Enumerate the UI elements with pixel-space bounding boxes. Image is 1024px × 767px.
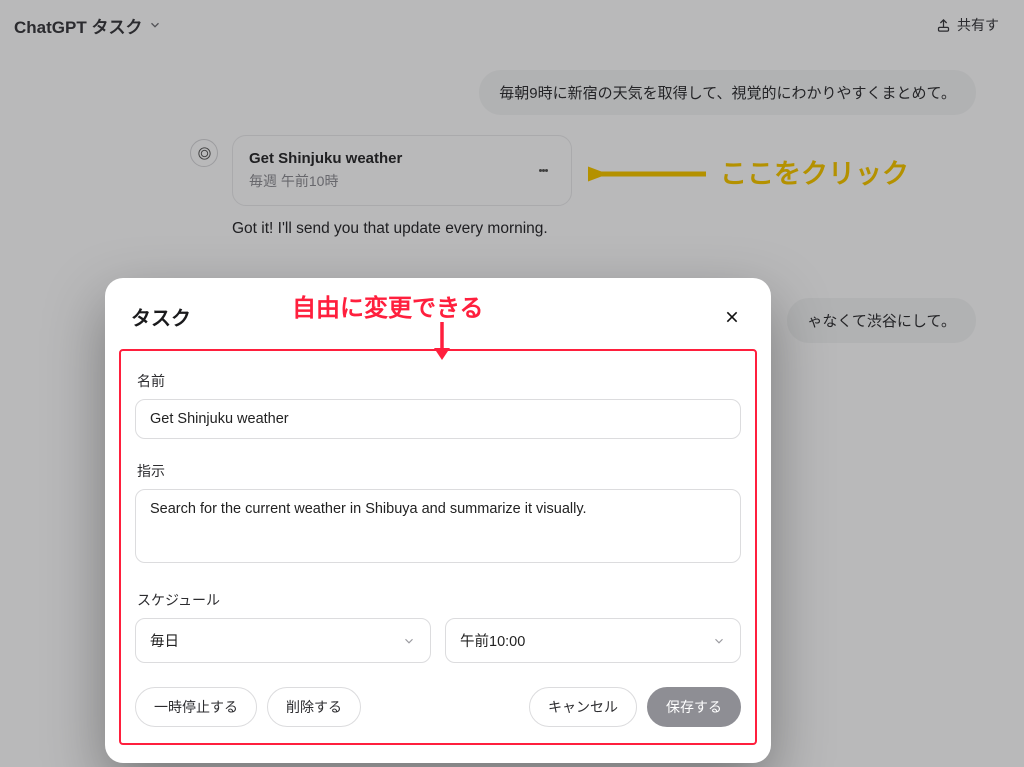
save-button[interactable]: 保存する: [647, 687, 741, 727]
time-select[interactable]: 午前10:00: [445, 618, 741, 663]
instruction-textarea[interactable]: [135, 489, 741, 563]
task-card-menu-button[interactable]: [531, 159, 555, 183]
delete-button[interactable]: 削除する: [267, 687, 361, 727]
cancel-button[interactable]: キャンセル: [529, 687, 637, 727]
modal-title: タスク: [131, 302, 191, 331]
user-message: 毎朝9時に新宿の天気を取得して、視覚的にわかりやすくまとめて。: [479, 70, 976, 115]
share-label: 共有す: [957, 15, 999, 35]
upload-icon: [936, 18, 951, 33]
task-edit-modal: タスク 名前 指示 スケジュール 毎日 午前10:00 一時停止する 削除する: [105, 278, 771, 763]
app-title-dropdown[interactable]: ChatGPT タスク: [14, 13, 162, 38]
instruction-label: 指示: [137, 461, 741, 481]
task-card-title: Get Shinjuku weather: [249, 150, 402, 167]
name-label: 名前: [137, 371, 741, 391]
frequency-value: 毎日: [150, 630, 179, 651]
assistant-avatar: [190, 139, 218, 167]
user-message: ゃなくて渋谷にして。: [787, 298, 976, 343]
frequency-select[interactable]: 毎日: [135, 618, 431, 663]
modal-form-highlight: 名前 指示 スケジュール 毎日 午前10:00 一時停止する 削除する キャンセ…: [119, 349, 757, 745]
time-value: 午前10:00: [460, 630, 525, 651]
schedule-label: スケジュール: [137, 590, 741, 610]
app-title: ChatGPT タスク: [14, 13, 142, 38]
task-card-schedule: 毎週 午前10時: [249, 171, 402, 191]
share-button[interactable]: 共有す: [925, 8, 1010, 42]
close-icon: [724, 309, 740, 325]
openai-icon: [196, 145, 213, 162]
task-card[interactable]: Get Shinjuku weather 毎週 午前10時: [232, 135, 572, 206]
close-button[interactable]: [719, 304, 745, 330]
pause-button[interactable]: 一時停止する: [135, 687, 257, 727]
chevron-down-icon: [148, 18, 162, 32]
assistant-message: Got it! I'll send you that update every …: [232, 220, 572, 238]
name-input[interactable]: [135, 399, 741, 439]
chevron-down-icon: [402, 634, 416, 648]
chevron-down-icon: [712, 634, 726, 648]
